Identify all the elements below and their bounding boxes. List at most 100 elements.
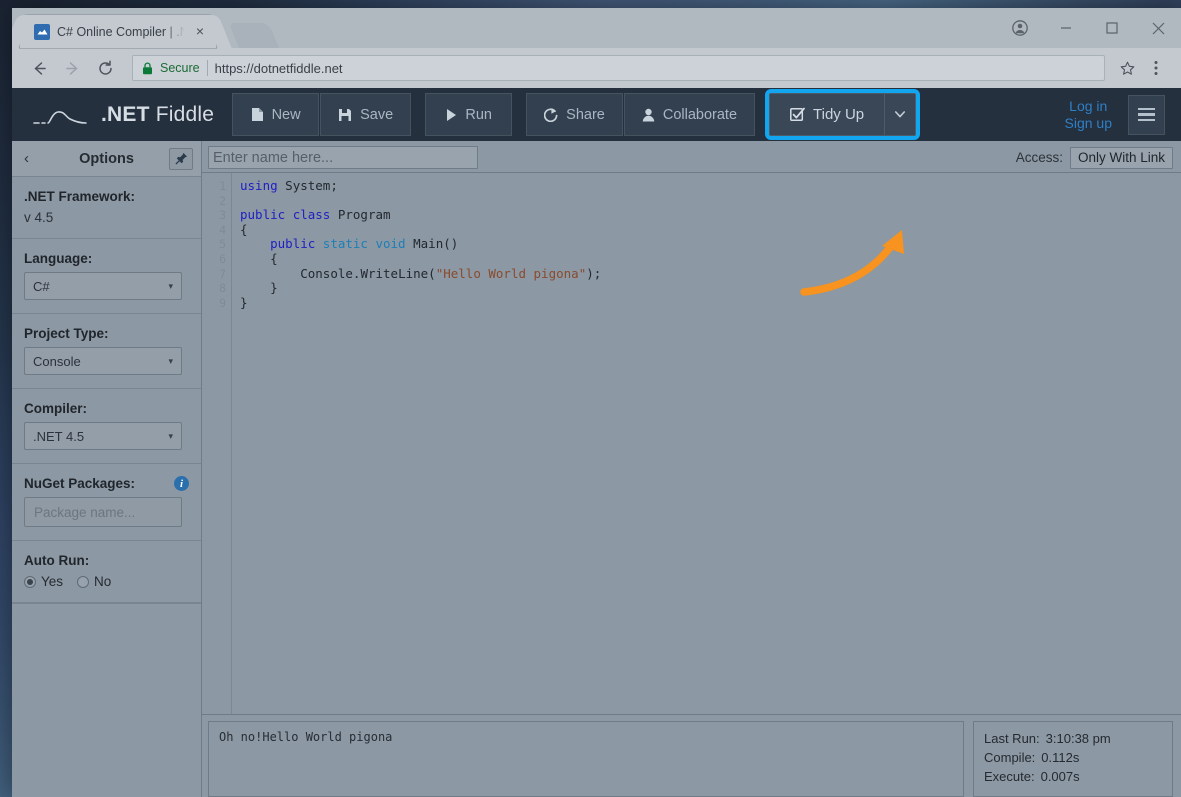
fiddle-name-input[interactable]: Enter name here... bbox=[208, 146, 478, 169]
tidy-up-group[interactable]: Tidy Up bbox=[769, 93, 916, 136]
bookmark-star-icon[interactable] bbox=[1114, 53, 1140, 83]
line-number: 5 bbox=[202, 237, 231, 252]
play-icon bbox=[445, 108, 457, 122]
code-editor[interactable]: 123456789 using System; public class Pro… bbox=[202, 172, 1181, 715]
fiddle-name-placeholder: Enter name here... bbox=[213, 150, 333, 166]
new-button-label: New bbox=[272, 107, 301, 123]
browser-tab[interactable]: C# Online Compiler | .NE × bbox=[20, 15, 216, 48]
line-number: 9 bbox=[202, 296, 231, 311]
auto-run-options: Yes No bbox=[24, 574, 189, 589]
pin-icon[interactable] bbox=[169, 148, 193, 170]
share-icon bbox=[544, 108, 558, 122]
fiddle-logo-icon bbox=[32, 103, 90, 127]
forward-icon[interactable] bbox=[57, 53, 87, 83]
maximize-button[interactable] bbox=[1089, 8, 1135, 48]
stat-value: 0.112s bbox=[1041, 748, 1079, 767]
line-number: 6 bbox=[202, 252, 231, 267]
address-bar[interactable]: Secure https://dotnetfiddle.net bbox=[132, 55, 1105, 81]
info-icon[interactable]: i bbox=[174, 476, 189, 491]
collaborate-button[interactable]: Collaborate bbox=[624, 93, 755, 136]
compiler-label: Compiler: bbox=[24, 401, 189, 416]
access-select[interactable]: Only With Link bbox=[1070, 147, 1173, 169]
stat-row: Compile:0.112s bbox=[984, 748, 1162, 767]
browser-tab-title: C# Online Compiler | .NE bbox=[57, 25, 185, 39]
language-value: C# bbox=[33, 279, 50, 294]
floppy-disk-icon bbox=[338, 108, 352, 122]
framework-label: .NET Framework: bbox=[24, 189, 189, 204]
code-line: { bbox=[240, 252, 1181, 267]
back-icon[interactable] bbox=[24, 53, 54, 83]
share-button-label: Share bbox=[566, 107, 605, 123]
collapse-sidebar-icon[interactable]: ‹ bbox=[24, 150, 44, 167]
hamburger-line-2 bbox=[1138, 113, 1155, 116]
close-window-button[interactable] bbox=[1135, 8, 1181, 48]
lock-icon bbox=[142, 62, 153, 75]
access-label: Access: bbox=[1016, 150, 1063, 165]
close-tab-icon[interactable]: × bbox=[192, 24, 208, 40]
nuget-placeholder: Package name... bbox=[34, 505, 135, 520]
profile-icon[interactable] bbox=[997, 8, 1043, 48]
project-type-label: Project Type: bbox=[24, 326, 189, 341]
nuget-label: NuGet Packages: bbox=[24, 476, 135, 491]
code-line: } bbox=[240, 281, 1181, 296]
nuget-label-row: NuGet Packages: i bbox=[24, 476, 189, 491]
run-button[interactable]: Run bbox=[425, 93, 512, 136]
file-icon bbox=[251, 107, 264, 122]
new-button[interactable]: New bbox=[232, 93, 319, 136]
new-tab-button[interactable] bbox=[229, 23, 279, 48]
project-type-select[interactable]: Console ▾ bbox=[24, 347, 182, 375]
collaborate-button-label: Collaborate bbox=[663, 107, 737, 123]
tidy-up-button[interactable]: Tidy Up bbox=[769, 93, 884, 136]
chevron-down-icon: ▾ bbox=[168, 431, 173, 442]
logo-dotnet: .NET bbox=[101, 103, 150, 126]
language-select[interactable]: C# ▾ bbox=[24, 272, 182, 300]
tidy-up-dropdown-caret[interactable] bbox=[884, 93, 916, 136]
editor-column: Enter name here... Access: Only With Lin… bbox=[202, 141, 1181, 797]
access-area: Access: Only With Link bbox=[1016, 147, 1173, 169]
auto-run-no-label: No bbox=[94, 574, 111, 589]
line-number: 4 bbox=[202, 223, 231, 238]
reload-icon[interactable] bbox=[90, 53, 120, 83]
code-line: using System; bbox=[240, 179, 1181, 194]
chevron-down-icon: ▾ bbox=[168, 281, 173, 292]
toolbar-buttons: New Save Run bbox=[232, 88, 916, 141]
menu-icon[interactable] bbox=[1128, 95, 1165, 135]
site-logo[interactable]: .NET Fiddle bbox=[12, 88, 232, 141]
sign-up-link[interactable]: Sign up bbox=[1065, 115, 1112, 131]
code-area[interactable]: using System; public class Program{ publ… bbox=[232, 173, 1181, 714]
radio-yes-icon bbox=[24, 576, 36, 588]
minimize-button[interactable] bbox=[1043, 8, 1089, 48]
sidebar-section-language: Language: C# ▾ bbox=[12, 239, 201, 314]
options-sidebar: ‹ Options .NET Framework: v 4.5 Language… bbox=[12, 141, 202, 797]
code-line: Console.WriteLine("Hello World pigona"); bbox=[240, 267, 1181, 282]
person-icon bbox=[642, 108, 655, 122]
share-button[interactable]: Share bbox=[526, 93, 623, 136]
fiddle-toolbar: .NET Fiddle New Save bbox=[12, 88, 1181, 141]
options-title: Options bbox=[44, 151, 169, 167]
save-button[interactable]: Save bbox=[320, 93, 411, 136]
auto-run-no[interactable]: No bbox=[77, 574, 111, 589]
line-number: 1 bbox=[202, 179, 231, 194]
nuget-package-input[interactable]: Package name... bbox=[24, 497, 182, 527]
sidebar-section-auto-run: Auto Run: Yes No bbox=[12, 541, 201, 603]
browser-menu-icon[interactable] bbox=[1143, 53, 1169, 83]
code-line bbox=[240, 194, 1181, 209]
line-number: 8 bbox=[202, 281, 231, 296]
line-number: 7 bbox=[202, 267, 231, 282]
framework-value: v 4.5 bbox=[24, 210, 189, 225]
browser-tab-strip: C# Online Compiler | .NE × bbox=[12, 8, 1181, 48]
auto-run-yes[interactable]: Yes bbox=[24, 574, 63, 589]
sidebar-section-compiler: Compiler: .NET 4.5 ▾ bbox=[12, 389, 201, 464]
stat-value: 0.007s bbox=[1041, 767, 1080, 786]
log-in-link[interactable]: Log in bbox=[1069, 98, 1107, 114]
run-stats-panel: Last Run:3:10:38 pmCompile:0.112sExecute… bbox=[973, 721, 1173, 797]
save-button-label: Save bbox=[360, 107, 393, 123]
logo-fiddle: Fiddle bbox=[156, 103, 214, 126]
omnibox-separator bbox=[207, 60, 208, 76]
stat-key: Last Run: bbox=[984, 729, 1040, 748]
stat-row: Last Run:3:10:38 pm bbox=[984, 729, 1162, 748]
compiler-select[interactable]: .NET 4.5 ▾ bbox=[24, 422, 182, 450]
options-header: ‹ Options bbox=[12, 141, 201, 177]
auto-run-label: Auto Run: bbox=[24, 553, 189, 568]
browser-nav-bar: Secure https://dotnetfiddle.net bbox=[12, 48, 1181, 88]
